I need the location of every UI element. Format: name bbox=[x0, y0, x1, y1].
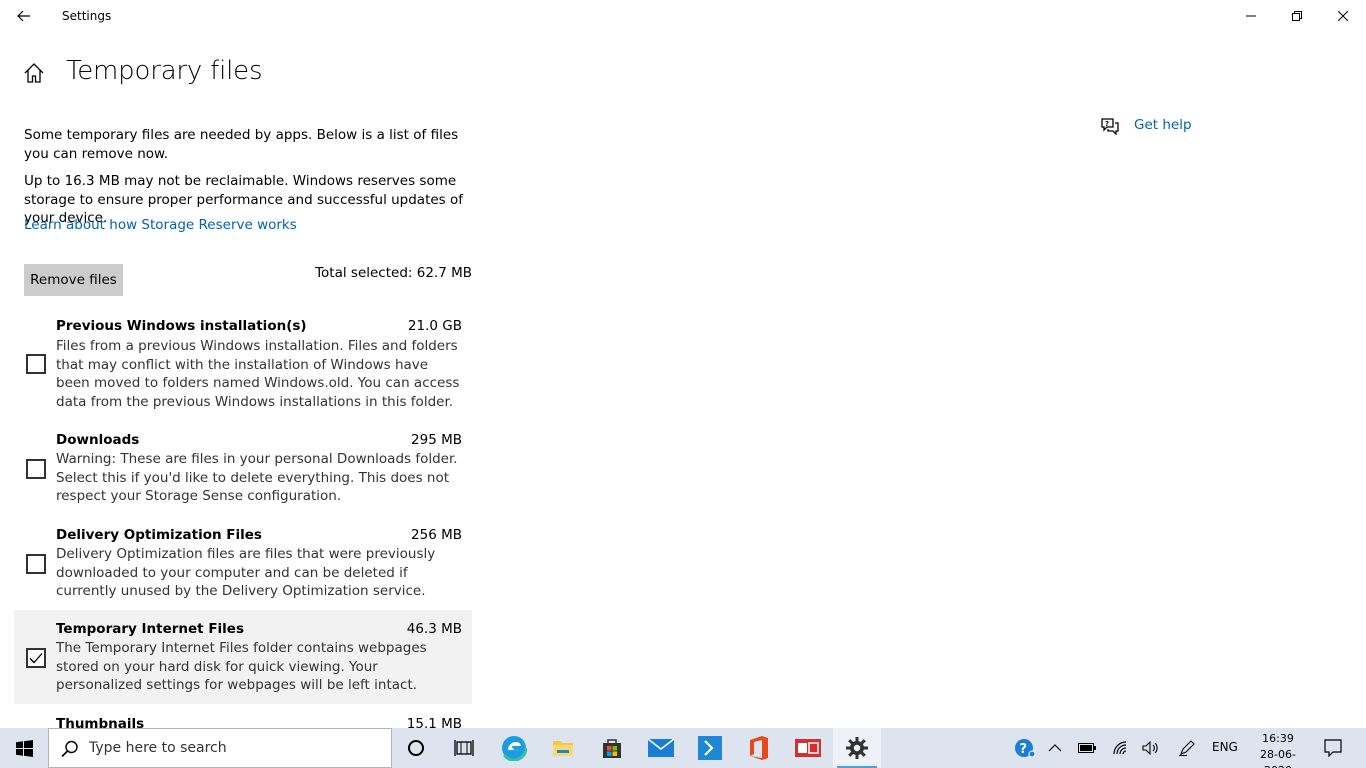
help-icon: ? bbox=[1015, 739, 1036, 758]
item-size: 15.1 MB bbox=[406, 716, 462, 728]
remove-files-button[interactable]: Remove files bbox=[24, 264, 123, 296]
svg-text:?: ? bbox=[1105, 120, 1109, 128]
cortana-icon bbox=[408, 740, 424, 756]
item-name: Downloads bbox=[56, 432, 140, 448]
item-size: 256 MB bbox=[411, 527, 462, 543]
file-explorer-button[interactable] bbox=[539, 728, 587, 768]
minimize-button[interactable] bbox=[1228, 0, 1274, 32]
network-button[interactable] bbox=[1110, 728, 1132, 768]
volume-button[interactable] bbox=[1140, 728, 1162, 768]
taskbar: Type here to search ? ENG 16:39 28-06- bbox=[0, 728, 1366, 768]
help-tray-button[interactable]: ? bbox=[1012, 728, 1038, 768]
list-item-delivery-optimization[interactable]: Delivery Optimization Files 256 MB Deliv… bbox=[14, 521, 472, 609]
wifi-icon bbox=[1113, 741, 1127, 755]
restore-button[interactable] bbox=[1274, 0, 1320, 32]
start-button[interactable] bbox=[0, 728, 48, 768]
checkmark-icon bbox=[29, 653, 43, 664]
list-item-previous-windows[interactable]: Previous Windows installation(s) 21.0 GB… bbox=[14, 312, 472, 420]
item-name: Delivery Optimization Files bbox=[56, 527, 262, 543]
title-bar: Settings bbox=[0, 0, 1366, 32]
mail-icon bbox=[648, 739, 674, 757]
list-item-thumbnails[interactable]: Thumbnails 15.1 MB bbox=[14, 706, 472, 728]
pen-icon bbox=[1178, 740, 1195, 757]
pen-workspace-button[interactable] bbox=[1176, 728, 1198, 768]
taskbar-search[interactable]: Type here to search bbox=[48, 728, 392, 768]
news-app-icon bbox=[795, 739, 821, 757]
powershell-button[interactable] bbox=[686, 728, 734, 768]
action-center-button[interactable] bbox=[1318, 728, 1348, 768]
close-button[interactable] bbox=[1320, 0, 1366, 32]
item-description: Delivery Optimization files are files th… bbox=[56, 546, 436, 599]
settings-icon bbox=[846, 737, 868, 759]
file-explorer-icon bbox=[553, 741, 573, 756]
windows-logo-icon bbox=[15, 739, 33, 757]
item-name: Temporary Internet Files bbox=[56, 621, 244, 637]
item-size: 295 MB bbox=[411, 432, 462, 448]
item-size: 21.0 GB bbox=[407, 318, 462, 334]
powershell-icon bbox=[698, 736, 722, 760]
language-indicator[interactable]: ENG bbox=[1212, 740, 1238, 754]
item-size: 46.3 MB bbox=[406, 621, 462, 637]
checkbox[interactable] bbox=[26, 459, 46, 479]
clock[interactable]: 16:39 28-06-2020 bbox=[1248, 731, 1308, 768]
checkbox[interactable] bbox=[26, 354, 46, 374]
clock-date: 28-06-2020 bbox=[1260, 748, 1296, 768]
total-selected: Total selected: 62.7 MB bbox=[315, 265, 472, 281]
mail-button[interactable] bbox=[637, 728, 685, 768]
close-icon bbox=[1338, 11, 1348, 21]
checkbox[interactable] bbox=[26, 554, 46, 574]
list-item-downloads[interactable]: Downloads 295 MB Warning: These are file… bbox=[14, 426, 472, 514]
notification-icon bbox=[1324, 739, 1342, 757]
office-icon bbox=[750, 736, 768, 760]
search-icon bbox=[61, 740, 78, 758]
minimize-icon bbox=[1246, 15, 1256, 17]
storage-reserve-link[interactable]: Learn about how Storage Reserve works bbox=[24, 217, 297, 233]
settings-button[interactable] bbox=[833, 728, 881, 768]
show-hidden-icons-button[interactable] bbox=[1044, 728, 1066, 768]
office-button[interactable] bbox=[735, 728, 783, 768]
get-help-link[interactable]: Get help bbox=[1134, 117, 1192, 133]
checkbox-checked[interactable] bbox=[26, 648, 46, 668]
task-view-button[interactable] bbox=[440, 728, 488, 768]
item-description: Warning: These are files in your persona… bbox=[56, 451, 458, 504]
restore-icon bbox=[1292, 11, 1302, 21]
edge-icon bbox=[501, 735, 527, 761]
list-item-temporary-internet-files[interactable]: Temporary Internet Files 46.3 MB The Tem… bbox=[14, 610, 472, 704]
store-icon bbox=[603, 739, 621, 758]
edge-button[interactable] bbox=[490, 728, 538, 768]
item-name: Thumbnails bbox=[56, 716, 145, 728]
back-arrow-icon bbox=[17, 10, 30, 22]
battery-icon bbox=[1078, 743, 1096, 753]
speaker-icon bbox=[1142, 741, 1158, 755]
item-name: Previous Windows installation(s) bbox=[56, 318, 307, 334]
item-description: The Temporary Internet Files folder cont… bbox=[56, 640, 427, 693]
svg-text:?: ? bbox=[1020, 742, 1028, 757]
window-title: Settings bbox=[62, 9, 112, 23]
search-placeholder: Type here to search bbox=[89, 740, 227, 756]
clock-time: 16:39 bbox=[1262, 732, 1294, 745]
intro-text: Some temporary files are needed by apps.… bbox=[24, 127, 459, 162]
news-app-button[interactable] bbox=[784, 728, 832, 768]
home-icon[interactable] bbox=[22, 61, 46, 85]
page-title: Temporary files bbox=[66, 56, 263, 86]
store-button[interactable] bbox=[588, 728, 636, 768]
battery-button[interactable] bbox=[1076, 728, 1098, 768]
cortana-button[interactable] bbox=[392, 728, 440, 768]
chat-help-icon[interactable]: ? bbox=[1100, 117, 1120, 136]
task-view-icon bbox=[454, 740, 474, 756]
chevron-up-icon bbox=[1048, 744, 1062, 752]
back-button[interactable] bbox=[8, 2, 40, 30]
item-description: Files from a previous Windows installati… bbox=[56, 338, 460, 410]
